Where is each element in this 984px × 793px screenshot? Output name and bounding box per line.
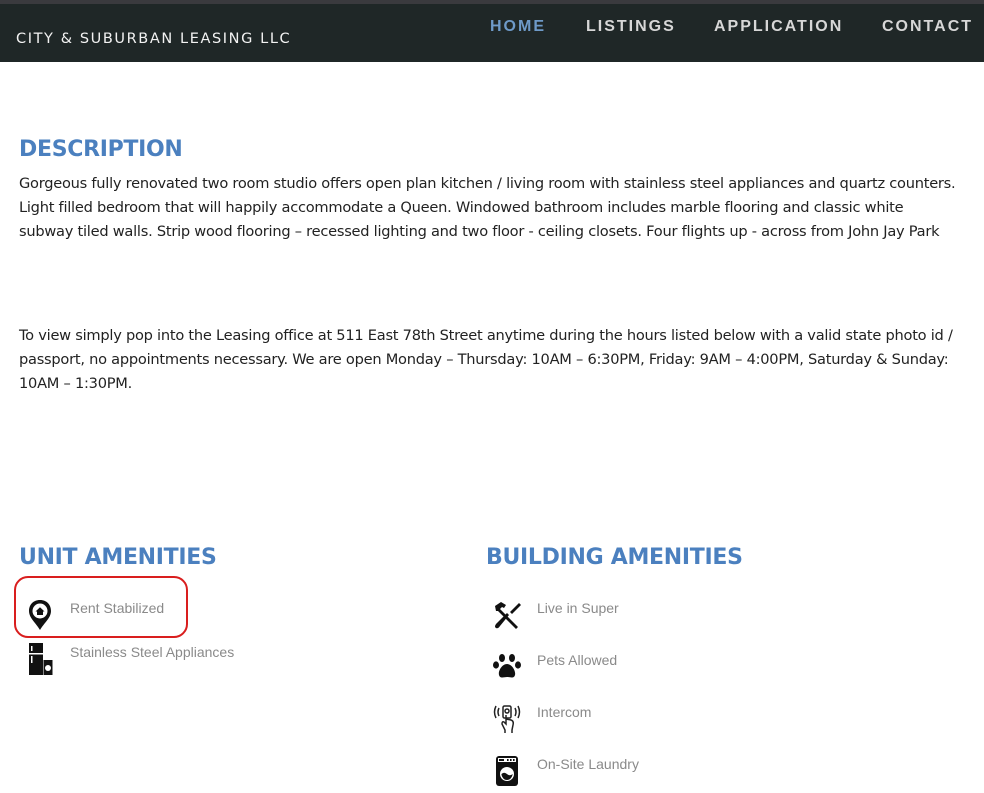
- hammer-screwdriver-icon: [492, 598, 522, 632]
- site-navbar: CITY & SUBURBAN LEASING LLC HOME LISTING…: [0, 4, 984, 62]
- amenity-label: Pets Allowed: [537, 652, 618, 668]
- nav-home[interactable]: HOME: [490, 18, 546, 36]
- nav-listings[interactable]: LISTINGS: [586, 18, 676, 36]
- building-amenities-heading: BUILDING AMENITIES: [486, 545, 743, 570]
- amenity-label: On-Site Laundry: [537, 756, 639, 772]
- unit-amenities-heading: UNIT AMENITIES: [19, 545, 217, 570]
- nav-application[interactable]: APPLICATION: [714, 18, 843, 36]
- paw-icon: [492, 650, 522, 684]
- amenity-label: Intercom: [537, 704, 592, 720]
- fridge-icon: [25, 642, 55, 676]
- amenity-label: Rent Stabilized: [70, 600, 165, 616]
- washing-machine-icon: [492, 754, 522, 788]
- nav-contact[interactable]: CONTACT: [882, 18, 973, 36]
- amenity-label: Live in Super: [537, 600, 619, 616]
- amenity-label: Stainless Steel Appliances: [70, 644, 235, 660]
- map-pin-home-icon: [25, 598, 55, 632]
- site-brand[interactable]: CITY & SUBURBAN LEASING LLC: [16, 31, 291, 47]
- description-heading: DESCRIPTION: [19, 137, 183, 162]
- description-text: Gorgeous fully renovated two room studio…: [19, 175, 956, 240]
- intercom-button-icon: [492, 702, 522, 736]
- viewing-info-text: To view simply pop into the Leasing offi…: [19, 327, 953, 392]
